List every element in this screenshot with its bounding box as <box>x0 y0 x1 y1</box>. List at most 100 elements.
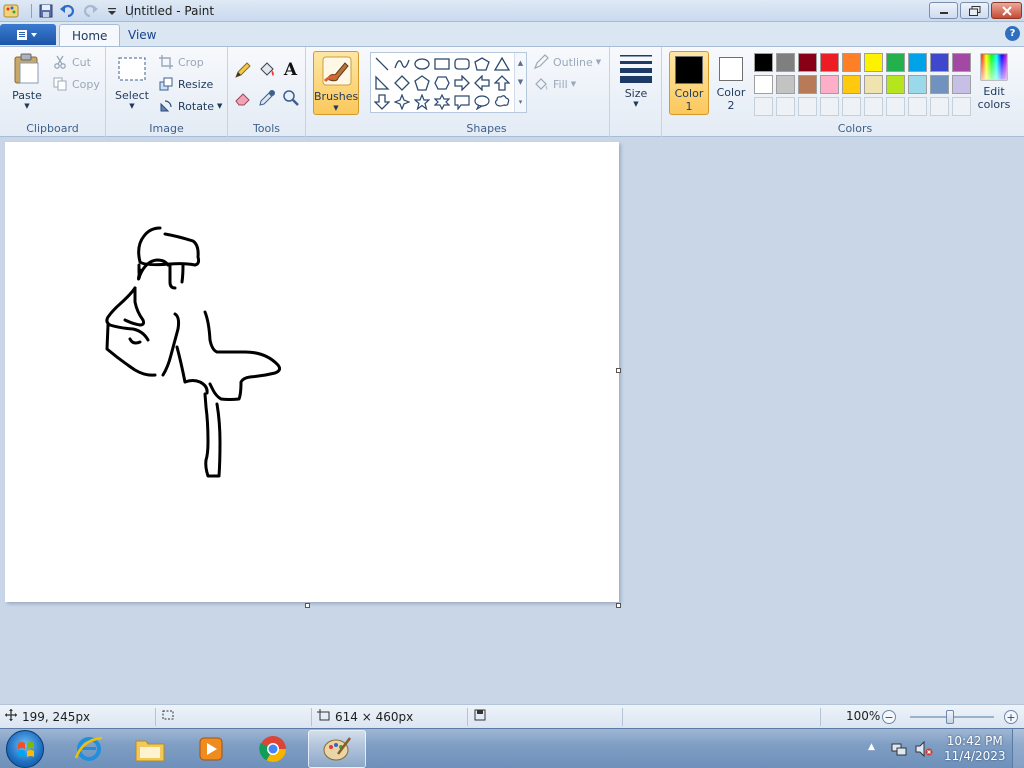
redo-icon[interactable] <box>82 3 98 19</box>
tools-group: A Tools <box>228 47 306 137</box>
chevron-down-icon: ▼ <box>595 58 602 66</box>
polygon-shape-icon[interactable] <box>472 54 492 74</box>
down-arrow-shape-icon[interactable] <box>372 92 392 112</box>
up-arrow-shape-icon[interactable] <box>492 73 512 93</box>
right-triangle-shape-icon[interactable] <box>372 73 392 93</box>
color-1-swatch <box>675 56 703 84</box>
fill-bucket-icon <box>259 61 274 76</box>
text-icon[interactable]: A <box>280 59 301 80</box>
crop-label: Crop <box>178 55 204 69</box>
status-divider <box>311 708 312 726</box>
scroll-down-icon[interactable]: ▼ <box>518 78 523 86</box>
five-point-star-shape-icon[interactable] <box>412 92 432 112</box>
paste-button[interactable]: Paste ▼ <box>8 53 46 110</box>
cut-button[interactable]: Cut <box>52 54 91 70</box>
zoom-level: 100% <box>846 709 881 723</box>
rounded-rectangle-shape-icon[interactable] <box>452 54 472 74</box>
file-explorer-taskbar-button[interactable] <box>121 730 179 768</box>
scroll-up-icon[interactable]: ▲ <box>518 59 523 67</box>
edit-colors-label-2: colors <box>977 98 1011 111</box>
color-1-button[interactable]: Color 1 <box>669 51 709 115</box>
crop-button[interactable]: Crop <box>158 54 204 70</box>
copy-button[interactable]: Copy <box>52 76 100 92</box>
menu-icon <box>17 29 37 40</box>
zoom-slider-thumb[interactable] <box>946 710 954 724</box>
size-button[interactable]: Size ▼ <box>618 53 654 108</box>
pencil-tool[interactable] <box>232 59 253 80</box>
start-button[interactable] <box>6 730 44 768</box>
undo-icon[interactable] <box>60 3 76 19</box>
oval-callout-shape-icon[interactable] <box>472 92 492 112</box>
pentagon-shape-icon[interactable] <box>412 73 432 93</box>
tab-view[interactable]: View <box>116 24 168 46</box>
paint-app-icon[interactable] <box>3 3 19 19</box>
maximize-button[interactable] <box>960 2 989 19</box>
four-point-star-shape-icon[interactable] <box>392 92 412 112</box>
rotate-button[interactable]: Rotate ▼ <box>158 98 222 114</box>
file-size <box>474 709 486 724</box>
show-desktop-button[interactable] <box>1012 729 1024 768</box>
internet-explorer-taskbar-button[interactable] <box>60 730 118 768</box>
shapes-gallery: ▲ ▼ ▾ <box>370 52 527 113</box>
resize-button[interactable]: Resize <box>158 76 213 92</box>
resize-handle-right[interactable] <box>616 368 621 373</box>
status-divider <box>820 708 821 726</box>
triangle-shape-icon[interactable] <box>492 54 512 74</box>
select-icon <box>118 57 146 81</box>
cloud-callout-shape-icon[interactable] <box>492 92 512 112</box>
line-shape-icon[interactable] <box>372 54 392 74</box>
diamond-shape-icon[interactable] <box>392 73 412 93</box>
canvas-drawing <box>105 226 282 478</box>
ribbon-tabs: Home View ? <box>0 22 1024 46</box>
clipboard-group-label: Clipboard <box>26 122 79 135</box>
fill-tool[interactable] <box>256 59 277 80</box>
brushes-label: Brushes <box>314 90 359 103</box>
curve-shape-icon[interactable] <box>392 54 412 74</box>
rectangle-shape-icon[interactable] <box>432 54 452 74</box>
shapes-scrollbar[interactable]: ▲ ▼ ▾ <box>514 53 526 112</box>
brushes-button[interactable]: Brushes ▼ <box>313 51 359 115</box>
fill-button[interactable]: Fill ▼ <box>533 76 576 92</box>
move-cursor-icon <box>5 709 17 724</box>
drawing-canvas[interactable] <box>5 142 619 602</box>
six-point-star-shape-icon[interactable] <box>432 92 452 112</box>
magnifier-tool[interactable] <box>280 87 301 108</box>
zoom-in-button[interactable]: + <box>1004 710 1018 724</box>
resize-handle-bottom[interactable] <box>305 603 310 608</box>
canvas-size-icon <box>317 709 331 724</box>
left-arrow-shape-icon[interactable] <box>472 73 492 93</box>
close-button[interactable] <box>991 2 1022 19</box>
media-player-taskbar-button[interactable] <box>182 730 240 768</box>
save-icon[interactable] <box>38 3 54 19</box>
edit-colors-button[interactable]: Edit colors <box>974 53 1014 111</box>
status-divider <box>467 708 468 726</box>
minimize-button[interactable] <box>929 2 958 19</box>
clock[interactable]: 10:42 PM 11/4/2023 <box>944 734 1006 764</box>
right-arrow-shape-icon[interactable] <box>452 73 472 93</box>
customize-quick-access-icon[interactable] <box>104 3 120 19</box>
tab-home[interactable]: Home <box>59 24 121 46</box>
oval-shape-icon[interactable] <box>412 54 432 74</box>
chrome-taskbar-button[interactable] <box>244 730 302 768</box>
rectangle-callout-shape-icon[interactable] <box>452 92 472 112</box>
expand-gallery-icon[interactable]: ▾ <box>519 98 523 106</box>
color-picker-tool[interactable] <box>256 87 277 108</box>
window-controls <box>927 2 1022 19</box>
resize-handle-corner[interactable] <box>616 603 621 608</box>
chevron-down-icon: ▼ <box>24 102 30 110</box>
zoom-out-button[interactable]: − <box>882 710 896 724</box>
paint-menu-button[interactable] <box>0 24 56 45</box>
color-2-button[interactable]: Color 2 <box>711 51 751 115</box>
hexagon-shape-icon[interactable] <box>432 73 452 93</box>
help-icon[interactable]: ? <box>1005 26 1020 41</box>
outline-button[interactable]: Outline ▼ <box>533 54 601 70</box>
rainbow-palette-icon <box>980 53 1008 81</box>
volume-muted-icon[interactable] <box>915 740 933 760</box>
show-hidden-icons[interactable]: ▲ <box>868 742 875 752</box>
magnifier-icon <box>282 89 299 106</box>
network-icon[interactable] <box>891 741 907 760</box>
line-size-icon <box>620 55 652 83</box>
select-button[interactable]: Select ▼ <box>114 55 150 110</box>
eraser-tool[interactable] <box>232 87 253 108</box>
paint-taskbar-button[interactable] <box>308 730 366 768</box>
